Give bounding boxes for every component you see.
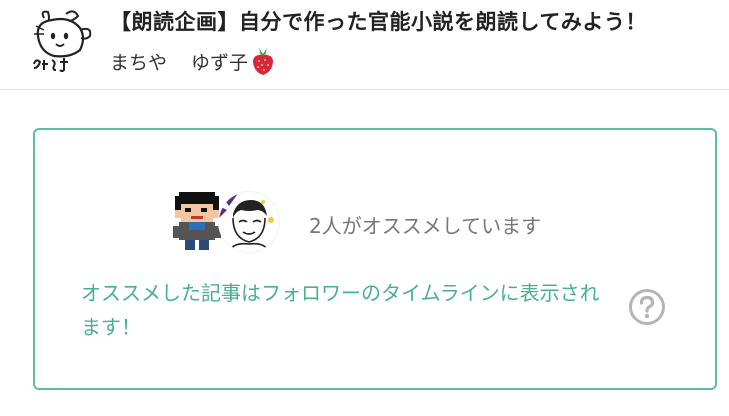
author-avatar-icon [33,10,92,72]
author-line: まちや ゆず子 [110,46,276,76]
article-header: 【朗読企画】自分で作った官能小説を朗読してみよう！ まちや ゆず子 [0,0,729,90]
author-avatar[interactable] [26,6,98,78]
collaborator-name[interactable]: ゆず子 [191,48,248,75]
recommender-avatar-sketch[interactable] [219,192,279,252]
recommender-avatars[interactable] [169,190,289,252]
recommend-info-text: オススメした記事はフォロワーのタイムラインに表示されます！ [81,281,600,339]
author-name[interactable]: まちや [110,48,167,75]
strawberry-icon [250,46,276,76]
recommend-box: 2人がオススメしています オススメした記事はフォロワーのタイムラインに表示されま… [33,128,717,390]
article-title[interactable]: 【朗読企画】自分で作った官能小説を朗読してみよう！ [110,6,647,36]
recommend-count-text[interactable]: 2人がオススメしています [309,210,541,239]
question-circle-icon[interactable] [628,288,666,326]
